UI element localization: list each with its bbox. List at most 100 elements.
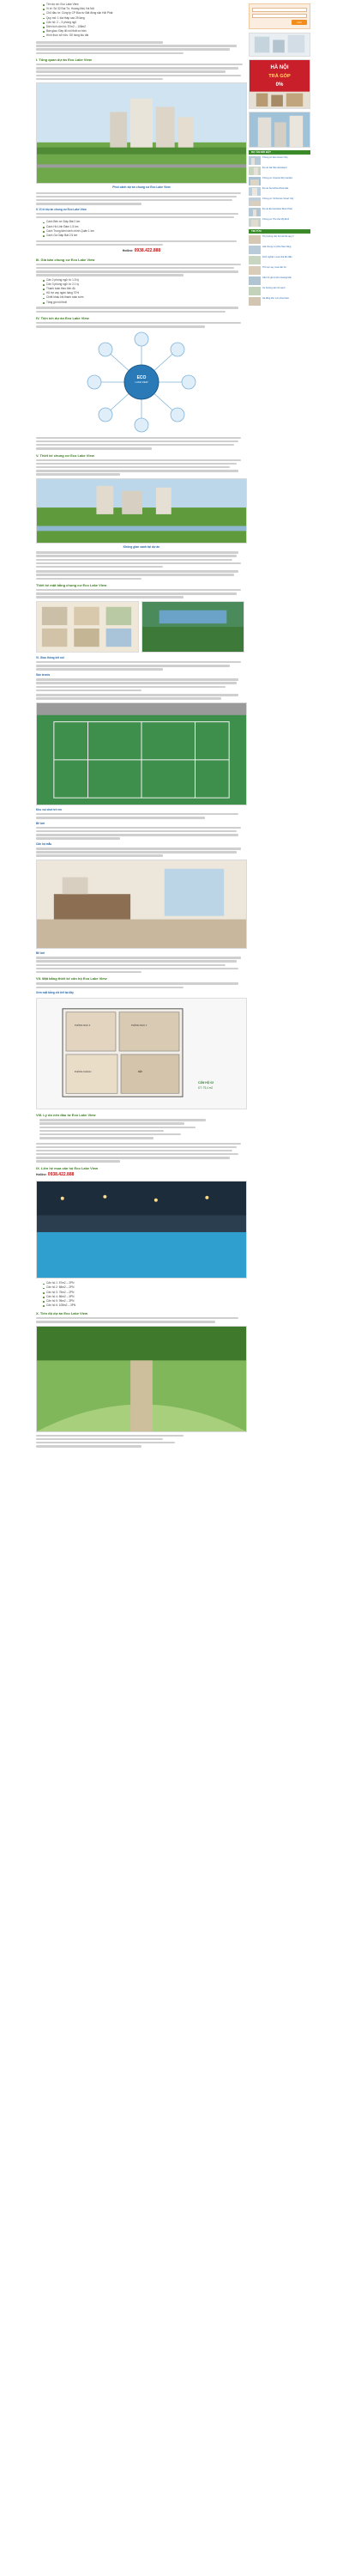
- sidebar-item-label[interactable]: Dự án Hà Nội Homeland: [262, 167, 286, 169]
- design-text: [36, 459, 247, 476]
- model-apartment-image: [36, 859, 247, 949]
- sidebar-heading-news: TIN TỨC: [249, 229, 310, 234]
- promo-banner[interactable]: [249, 33, 310, 57]
- sidebar-item[interactable]: Dự án Eurowindow River Park: [249, 208, 310, 216]
- subheading-location: II. Vị trí dự án chung cư Eco Lake View: [36, 207, 87, 211]
- eco-utility-diagram: ECO LAKE VIEW: [36, 331, 247, 434]
- image-caption: Phối cảnh dự án chung cư Eco Lake View: [112, 185, 171, 190]
- utility-text: [36, 322, 247, 328]
- hotline-number[interactable]: 0938.422.888: [135, 248, 161, 253]
- sidebar-item[interactable]: Chung cư Vinhomes Smart City: [249, 197, 310, 206]
- extra-text: [36, 957, 247, 974]
- image-caption: Không gian xanh tại dự án: [123, 544, 160, 549]
- subheading-park: Sân tennis: [36, 672, 51, 677]
- green-space-image: [36, 477, 247, 544]
- subheading-home: Căn hộ mẫu: [36, 841, 52, 846]
- thumbnail: [249, 208, 261, 216]
- pool-image: [36, 1181, 247, 1279]
- list-item: Chủ đầu tư: Công ty CP Đầu tư Bất động s…: [43, 12, 247, 15]
- utility-text-2: [36, 436, 247, 450]
- plan-room-label: CĂN HỘ 02: [198, 1081, 214, 1085]
- banner-installment: TRẢ GÓP: [268, 74, 291, 79]
- overview-text-2: [36, 191, 247, 205]
- price-text-2: [36, 307, 247, 313]
- home-text: [36, 848, 247, 857]
- sidebar-news-item[interactable]: Hạ tầng khu vực phía Nam: [249, 297, 310, 306]
- thumbnail: [249, 156, 261, 165]
- sidebar-news-item[interactable]: Kinh nghiệm mua nhà lần đầu: [249, 256, 310, 264]
- floor-plan-image: PHÒNG NGỦ 2 PHÒNG NGỦ 1 PHÒNG KHÁCH BẾP …: [36, 998, 247, 1110]
- project-banner[interactable]: [249, 112, 310, 148]
- sidebar-item-label[interactable]: Dự án Eurowindow River Park: [262, 208, 292, 210]
- intro-text-block: [36, 41, 247, 55]
- plan-tag: BẾP: [138, 1071, 143, 1074]
- sidebar-news-label[interactable]: Kinh nghiệm mua nhà lần đầu: [262, 256, 292, 258]
- section-title-utility: IV. Tiện ích dự án Eco Lake View: [36, 316, 89, 321]
- thumbnail: [249, 276, 261, 285]
- sidebar-item[interactable]: Chung cư Eco Green City: [249, 156, 310, 165]
- sidebar-news-label[interactable]: Thị trường căn hộ Hà Nội quý 3: [262, 235, 293, 238]
- thumbnail: [249, 177, 261, 185]
- hotline-block-2[interactable]: Hotline: 0938.422.888: [36, 1172, 247, 1177]
- sidebar-heading-projects: DỰ ÁN NỔI BẬT: [249, 150, 310, 155]
- subheading-pool: Bể bơi: [36, 821, 45, 825]
- sidebar-news-label[interactable]: Hạ tầng khu vực phía Nam: [262, 297, 289, 300]
- sidebar-news-item[interactable]: Căn hộ giá rẻ khu Hoàng Mai: [249, 276, 310, 285]
- project-render-image: [36, 82, 247, 185]
- hotline-label: Hotline:: [122, 249, 134, 253]
- plan-tag: PHÒNG KHÁCH: [75, 1071, 92, 1074]
- eco-center-label: ECO: [136, 374, 147, 380]
- sidebar-item[interactable]: Chung cư Imperia Sky Garden: [249, 177, 310, 185]
- sidebar-item-label[interactable]: Chung cư Eco Green City: [262, 156, 288, 159]
- thumbnail: [249, 197, 261, 206]
- tennis-court-image: [36, 702, 247, 805]
- plan-text: [36, 982, 247, 988]
- gallery-image: [141, 600, 244, 653]
- price-list: Căn 2 phòng ngủ: từ 1.5 tỷ Căn 3 phòng n…: [43, 278, 247, 305]
- section-title-plan: VII. Mặt bằng thiết kế căn hộ Eco Lake V…: [36, 976, 107, 981]
- list-item: Quy mô: 1 tòa tháp cao 25 tầng: [43, 16, 247, 21]
- sidebar-item-label[interactable]: Chung cư The Zei Mỹ Đình: [262, 218, 289, 221]
- plan-tag: PHÒNG NGỦ 1: [131, 1024, 147, 1028]
- sidebar-news-label[interactable]: Giá chung cư phía Nam tăng: [262, 246, 291, 248]
- pool-text: [36, 826, 247, 840]
- list-item: Căn hộ 3: 75m2 – 2PN: [43, 1291, 247, 1295]
- form-field[interactable]: [252, 8, 307, 12]
- hotline-number[interactable]: 0938.422.888: [48, 1172, 75, 1177]
- thumbnail: [249, 246, 261, 254]
- sidebar-news-item[interactable]: Thị trường căn hộ Hà Nội quý 3: [249, 235, 310, 244]
- ground-text: [36, 589, 247, 598]
- thumbnail: [249, 167, 261, 175]
- sidebar-item[interactable]: Dự án Sunshine Riverside: [249, 187, 310, 196]
- section-title-overview: I. Tổng quan dự án Eco Lake View: [36, 58, 92, 63]
- section-title-progress: X. Tiến độ dự án Eco Lake View: [36, 1310, 88, 1315]
- thumbnail: [249, 218, 261, 227]
- submit-button[interactable]: Gửi: [292, 20, 307, 25]
- sidebar-news-label[interactable]: Căn hộ giá rẻ khu Hoàng Mai: [262, 276, 292, 279]
- hotline-block[interactable]: Hotline: 0938.422.888: [36, 248, 247, 253]
- sidebar: Gửi HÀ NỘI TRẢ GÓP 0% DỰ ÁN NỔI BẬT Chun…: [249, 0, 310, 307]
- sidebar-news-item[interactable]: Giá chung cư phía Nam tăng: [249, 246, 310, 254]
- park-image: [36, 1325, 247, 1432]
- sidebar-news-label[interactable]: Thủ tục vay mua căn hộ: [262, 266, 286, 269]
- form-field[interactable]: [252, 14, 307, 18]
- list-item: Căn 2 phòng ngủ: từ 1.5 tỷ: [43, 278, 247, 283]
- section-title-reason: VIII. Lý do nên đầu tư Eco Lake View: [36, 1113, 96, 1118]
- list-item: Căn hộ 6: 108m2 – 3PN: [43, 1303, 247, 1308]
- sidebar-item-label[interactable]: Dự án Sunshine Riverside: [262, 187, 288, 190]
- thumbnail: [249, 266, 261, 275]
- sidebar-item[interactable]: Dự án Hà Nội Homeland: [249, 167, 310, 175]
- installment-banner[interactable]: HÀ NỘI TRẢ GÓP 0%: [249, 59, 310, 109]
- sidebar-item[interactable]: Chung cư The Zei Mỹ Đình: [249, 218, 310, 227]
- sidebar-item-label[interactable]: Chung cư Imperia Sky Garden: [262, 177, 292, 179]
- thumbnail: [249, 235, 261, 244]
- reason-text-2: [36, 1142, 247, 1163]
- sidebar-news-item[interactable]: Thủ tục vay mua căn hộ: [249, 266, 310, 275]
- sidebar-news-item[interactable]: Xu hướng căn hộ xanh: [249, 287, 310, 295]
- list-item: Căn hộ 2: 68m2 – 2PN: [43, 1286, 247, 1290]
- sidebar-item-label[interactable]: Chung cư Vinhomes Smart City: [262, 197, 293, 200]
- plan-link[interactable]: Xem mặt bằng chi tiết tại đây: [36, 991, 247, 994]
- sidebar-news-label[interactable]: Xu hướng căn hộ xanh: [262, 287, 286, 289]
- progress-text: [36, 1316, 247, 1323]
- overview-text: [36, 64, 247, 81]
